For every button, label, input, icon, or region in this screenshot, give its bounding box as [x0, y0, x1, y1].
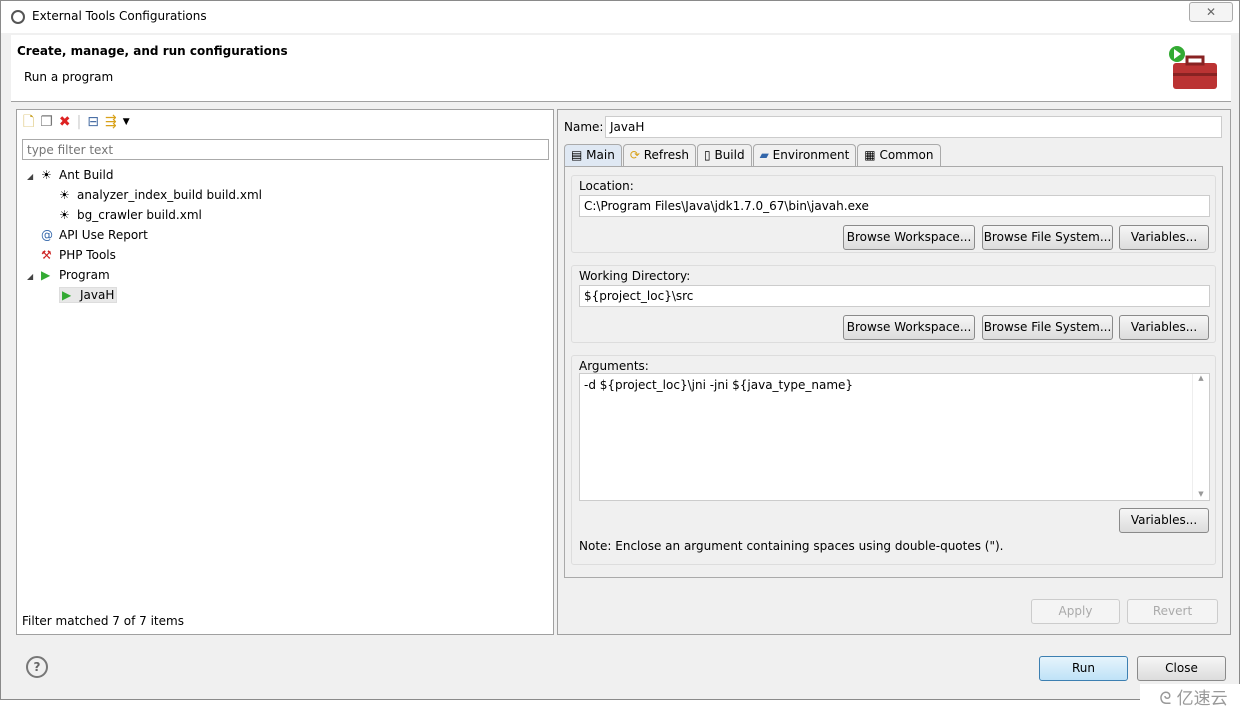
- php-tools-icon: ⚒: [41, 248, 52, 262]
- config-tree: ◢ ☀ Ant Build ☀ analyzer_index_build build.…: [27, 165, 262, 305]
- dialog-window: External Tools Configurations ✕ Create, …: [0, 0, 1240, 700]
- duplicate-icon[interactable]: ❐: [40, 114, 53, 130]
- main-tab-content: Location: C:\Program Files\Java\jdk1.7.0…: [564, 166, 1223, 578]
- tab-label: Refresh: [643, 148, 690, 162]
- window-title: External Tools Configurations: [32, 9, 207, 23]
- apply-button[interactable]: Apply: [1031, 599, 1120, 624]
- browse-file-system-button[interactable]: Browse File System...: [982, 225, 1113, 250]
- api-report-icon: @: [41, 228, 53, 242]
- tree-label: JavaH: [80, 288, 115, 302]
- location-input[interactable]: C:\Program Files\Java\jdk1.7.0_67\bin\ja…: [579, 195, 1210, 217]
- tree-item-analyzer[interactable]: ☀ analyzer_index_build build.xml: [27, 185, 262, 205]
- name-label: Name:: [564, 120, 604, 134]
- expand-arrow-icon[interactable]: ◢: [27, 267, 41, 287]
- scrollbar[interactable]: ▲ ▼: [1192, 374, 1209, 500]
- arguments-textarea[interactable]: -d ${project_loc}\jni -jni ${java_type_n…: [579, 373, 1210, 501]
- config-editor: Name: JavaH ▤ Main ⟳ Refresh ▯ Build ▰ E…: [557, 109, 1231, 635]
- tree-label: PHP Tools: [59, 248, 116, 262]
- tab-label: Main: [586, 148, 615, 162]
- ant-icon: ☀: [59, 208, 70, 222]
- tab-build[interactable]: ▯ Build: [697, 144, 752, 166]
- tree-item-bg-crawler[interactable]: ☀ bg_crawler build.xml: [27, 205, 262, 225]
- browse-workspace-button[interactable]: Browse Workspace...: [843, 225, 975, 250]
- variables-button[interactable]: Variables...: [1119, 225, 1209, 250]
- header-title: Create, manage, and run configurations: [17, 44, 288, 58]
- tab-label: Build: [714, 148, 745, 162]
- browse-file-system-button[interactable]: Browse File System...: [982, 315, 1113, 340]
- configurations-panel: 🗋 ❐ ✖ | ⊟ ⇶ ▼ ◢☀Ant Build ☀analyzer_inde…: [16, 109, 554, 635]
- filter-icon[interactable]: ⇶: [105, 114, 117, 130]
- tree-item-php-tools[interactable]: ⚒ PHP Tools: [27, 245, 262, 265]
- arguments-label: Arguments:: [579, 359, 649, 373]
- working-directory-label: Working Directory:: [579, 269, 691, 283]
- build-icon: ▯: [704, 148, 711, 162]
- dialog-header: Create, manage, and run configurations R…: [11, 35, 1231, 102]
- delete-icon[interactable]: ✖: [59, 114, 71, 130]
- watermark-logo: ᘓ 亿速云: [1140, 684, 1247, 709]
- tree-item-api-use-report[interactable]: @ API Use Report: [27, 225, 262, 245]
- location-group: Location: C:\Program Files\Java\jdk1.7.0…: [571, 175, 1216, 253]
- filter-input[interactable]: [22, 139, 549, 160]
- header-subtitle: Run a program: [24, 70, 114, 84]
- eclipse-icon: [11, 10, 25, 24]
- tree-label: API Use Report: [59, 228, 148, 242]
- variables-button[interactable]: Variables...: [1119, 508, 1209, 533]
- tree-item-javah[interactable]: ▶ JavaH: [27, 285, 262, 305]
- help-icon[interactable]: ?: [26, 656, 48, 678]
- close-button[interactable]: Close: [1137, 656, 1226, 681]
- title-bar: External Tools Configurations ✕: [1, 1, 1239, 33]
- ant-icon: ☀: [41, 168, 52, 182]
- tab-main[interactable]: ▤ Main: [564, 144, 622, 166]
- environment-icon: ▰: [759, 148, 769, 162]
- tab-label: Environment: [772, 148, 850, 162]
- refresh-icon: ⟳: [629, 148, 640, 162]
- tree-label: Program: [59, 268, 110, 282]
- tab-label: Common: [879, 148, 934, 162]
- working-directory-group: Working Directory: ${project_loc}\src Br…: [571, 265, 1216, 343]
- tab-environment[interactable]: ▰ Environment: [752, 144, 857, 166]
- revert-button[interactable]: Revert: [1127, 599, 1218, 624]
- new-config-icon[interactable]: 🗋: [23, 114, 34, 130]
- close-window-button[interactable]: ✕: [1189, 2, 1233, 22]
- browse-workspace-button[interactable]: Browse Workspace...: [843, 315, 975, 340]
- toolbox-icon: [1169, 46, 1217, 89]
- tree-label: Ant Build: [59, 168, 114, 182]
- tree-label: bg_crawler build.xml: [77, 208, 202, 222]
- ant-icon: ☀: [59, 188, 70, 202]
- working-directory-input[interactable]: ${project_loc}\src: [579, 285, 1210, 307]
- expand-arrow-icon[interactable]: ◢: [27, 167, 41, 187]
- tree-item-program[interactable]: ◢ ▶ Program: [27, 265, 262, 285]
- run-button[interactable]: Run: [1039, 656, 1128, 681]
- arguments-group: Arguments: -d ${project_loc}\jni -jni ${…: [571, 355, 1216, 565]
- program-icon: ▶: [41, 268, 51, 282]
- name-input[interactable]: JavaH: [605, 116, 1222, 138]
- variables-button[interactable]: Variables...: [1119, 315, 1209, 340]
- tab-bar: ▤ Main ⟳ Refresh ▯ Build ▰ Environment ▦…: [564, 144, 942, 166]
- tree-item-ant-build[interactable]: ◢ ☀ Ant Build: [27, 165, 262, 185]
- tree-label: analyzer_index_build build.xml: [77, 188, 262, 202]
- program-icon: ▶: [62, 288, 72, 302]
- tab-refresh[interactable]: ⟳ Refresh: [622, 144, 697, 166]
- tab-common[interactable]: ▦ Common: [857, 144, 941, 166]
- location-label: Location:: [579, 179, 634, 193]
- arguments-text: -d ${project_loc}\jni -jni ${java_type_n…: [584, 378, 854, 392]
- toolbar: 🗋 ❐ ✖ | ⊟ ⇶ ▼: [23, 114, 130, 130]
- common-icon: ▦: [864, 148, 876, 162]
- filter-status: Filter matched 7 of 7 items: [22, 614, 184, 628]
- chevron-down-icon[interactable]: ▼: [123, 114, 130, 130]
- collapse-all-icon[interactable]: ⊟: [87, 114, 99, 130]
- arguments-note: Note: Enclose an argument containing spa…: [579, 539, 1004, 553]
